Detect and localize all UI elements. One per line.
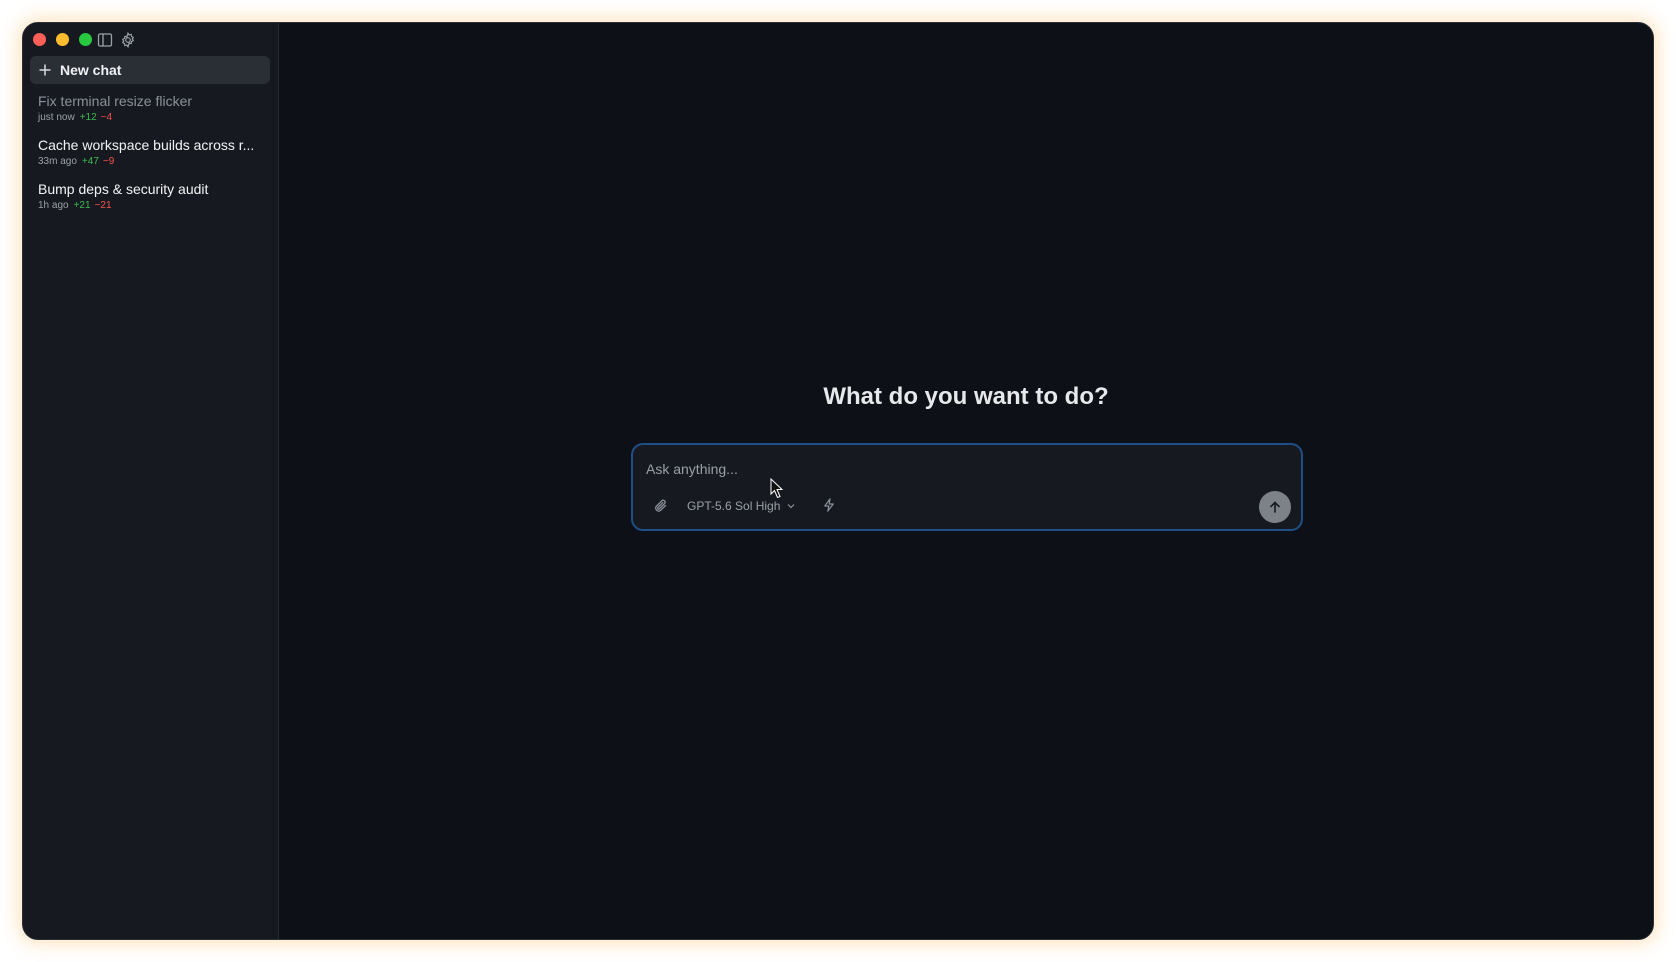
titlebar bbox=[23, 23, 279, 55]
close-window-button[interactable] bbox=[33, 33, 46, 46]
plus-icon bbox=[38, 63, 52, 77]
paperclip-icon[interactable] bbox=[652, 497, 670, 515]
chat-time: just now bbox=[38, 112, 75, 123]
new-chat-button[interactable]: New chat bbox=[30, 56, 270, 84]
chat-meta: 33m ago +47 −9 bbox=[38, 155, 262, 169]
new-chat-label: New chat bbox=[60, 62, 122, 78]
app-window: New chat Fix terminal resize flicker jus… bbox=[22, 22, 1654, 940]
maximize-window-button[interactable] bbox=[79, 33, 92, 46]
lines-added: +12 bbox=[79, 112, 97, 123]
chat-meta: just now +12 −4 bbox=[38, 111, 262, 125]
model-label: GPT-5.6 Sol High bbox=[687, 499, 781, 513]
chat-list-item[interactable]: Fix terminal resize flicker just now +12−… bbox=[30, 89, 270, 133]
lines-removed: −4 bbox=[100, 112, 113, 123]
composer: GPT-5.6 Sol High bbox=[631, 443, 1303, 531]
chat-list: Fix terminal resize flicker just now +12−… bbox=[30, 89, 270, 221]
prompt-input[interactable] bbox=[644, 457, 1248, 481]
chat-title: Cache workspace builds across r... bbox=[38, 137, 255, 153]
minimize-window-button[interactable] bbox=[56, 33, 69, 46]
chat-time: 33m ago bbox=[38, 156, 77, 167]
arrow-up-icon bbox=[1270, 501, 1280, 513]
chevron-down-icon bbox=[786, 501, 796, 511]
page-title: What do you want to do? bbox=[823, 383, 1109, 410]
lines-added: +21 bbox=[73, 200, 91, 211]
chat-time: 1h ago bbox=[38, 200, 69, 211]
chat-meta: 1h ago +21 −21 bbox=[38, 199, 262, 213]
chat-list-item[interactable]: Bump deps & security audit 1h ago +21 −21 bbox=[30, 177, 270, 221]
chat-list-item[interactable]: Cache workspace builds across r... 33m a… bbox=[30, 133, 270, 177]
lines-removed: −9 bbox=[102, 156, 115, 167]
mouse-cursor-icon bbox=[770, 478, 784, 499]
sidebar: New chat Fix terminal resize flicker jus… bbox=[23, 23, 279, 939]
gear-icon[interactable] bbox=[119, 31, 137, 49]
chat-title: Fix terminal resize flicker bbox=[38, 93, 193, 109]
lines-removed: −21 bbox=[94, 200, 112, 211]
send-button[interactable] bbox=[1259, 491, 1291, 523]
lightning-icon[interactable] bbox=[821, 497, 837, 513]
sidebar-toggle-icon[interactable] bbox=[96, 31, 114, 49]
main-panel: What do you want to do? GPT-5.6 Sol High bbox=[279, 23, 1653, 939]
lines-added: +47 bbox=[81, 156, 99, 167]
chat-title: Bump deps & security audit bbox=[38, 181, 209, 197]
